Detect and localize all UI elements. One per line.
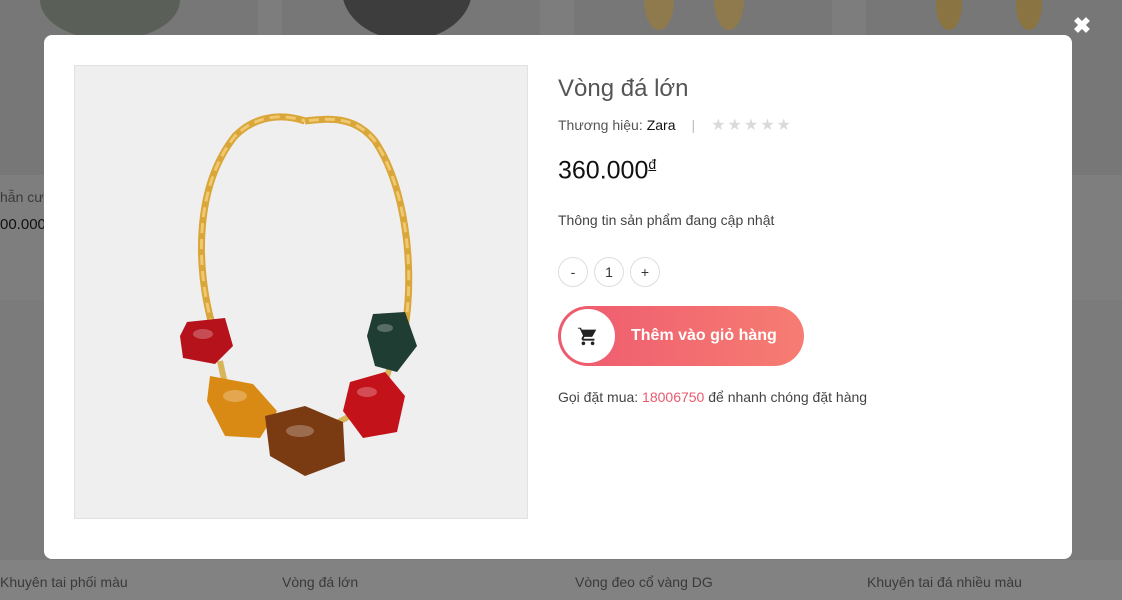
brand-label: Thương hiệu:	[558, 117, 643, 133]
decrease-button[interactable]: -	[558, 257, 588, 287]
product-title: Vòng đá lớn	[558, 75, 689, 102]
bg-partial-price: 00.000	[0, 216, 46, 233]
bg-product-title[interactable]: Khuyên tai đá nhiều màu	[867, 574, 1022, 590]
call-prefix: Gọi đặt mua:	[558, 389, 639, 405]
product-image	[74, 65, 528, 519]
cart-icon-circle	[561, 309, 615, 363]
cart-icon	[577, 326, 597, 346]
bg-product-title[interactable]: Vòng đeo cổ vàng DG	[575, 574, 713, 590]
star-icon: ★	[711, 117, 726, 134]
add-to-cart-button[interactable]: Thêm vào giỏ hàng	[558, 306, 804, 366]
phone-link[interactable]: 18006750	[642, 389, 704, 405]
product-price: 360.000đ	[558, 156, 656, 185]
call-to-order: Gọi đặt mua: 18006750 để nhanh chóng đặt…	[558, 389, 867, 405]
necklace-image	[180, 113, 417, 476]
add-to-cart-label: Thêm vào giỏ hàng	[631, 327, 777, 344]
brand-separator: |	[691, 117, 696, 133]
call-suffix: để nhanh chóng đặt hàng	[708, 389, 868, 405]
rating-stars: ★ ★ ★ ★ ★	[711, 115, 791, 135]
brand-name[interactable]: Zara	[647, 117, 676, 133]
star-icon: ★	[776, 117, 791, 134]
bg-product-title[interactable]: Vòng đá lớn	[282, 574, 358, 590]
price-value: 360.000	[558, 156, 649, 185]
close-icon[interactable]: ✖	[1072, 15, 1092, 37]
quantity-stepper: - 1 +	[558, 257, 660, 287]
bg-product-title[interactable]: Khuyên tai phối màu	[0, 574, 128, 590]
product-description: Thông tin sản phẩm đang cập nhật	[558, 212, 775, 228]
quantity-input[interactable]: 1	[594, 257, 624, 287]
quick-view-modal: Vòng đá lớn Thương hiệu: Zara | ★ ★ ★ ★ …	[44, 35, 1072, 559]
currency-symbol: đ	[648, 156, 657, 172]
increase-button[interactable]: +	[630, 257, 660, 287]
star-icon: ★	[743, 117, 759, 134]
star-icon: ★	[760, 117, 775, 134]
bg-partial-title: hẫn cư	[0, 189, 44, 205]
star-icon: ★	[727, 117, 742, 134]
brand-row: Thương hiệu: Zara | ★ ★ ★ ★ ★	[558, 115, 791, 135]
